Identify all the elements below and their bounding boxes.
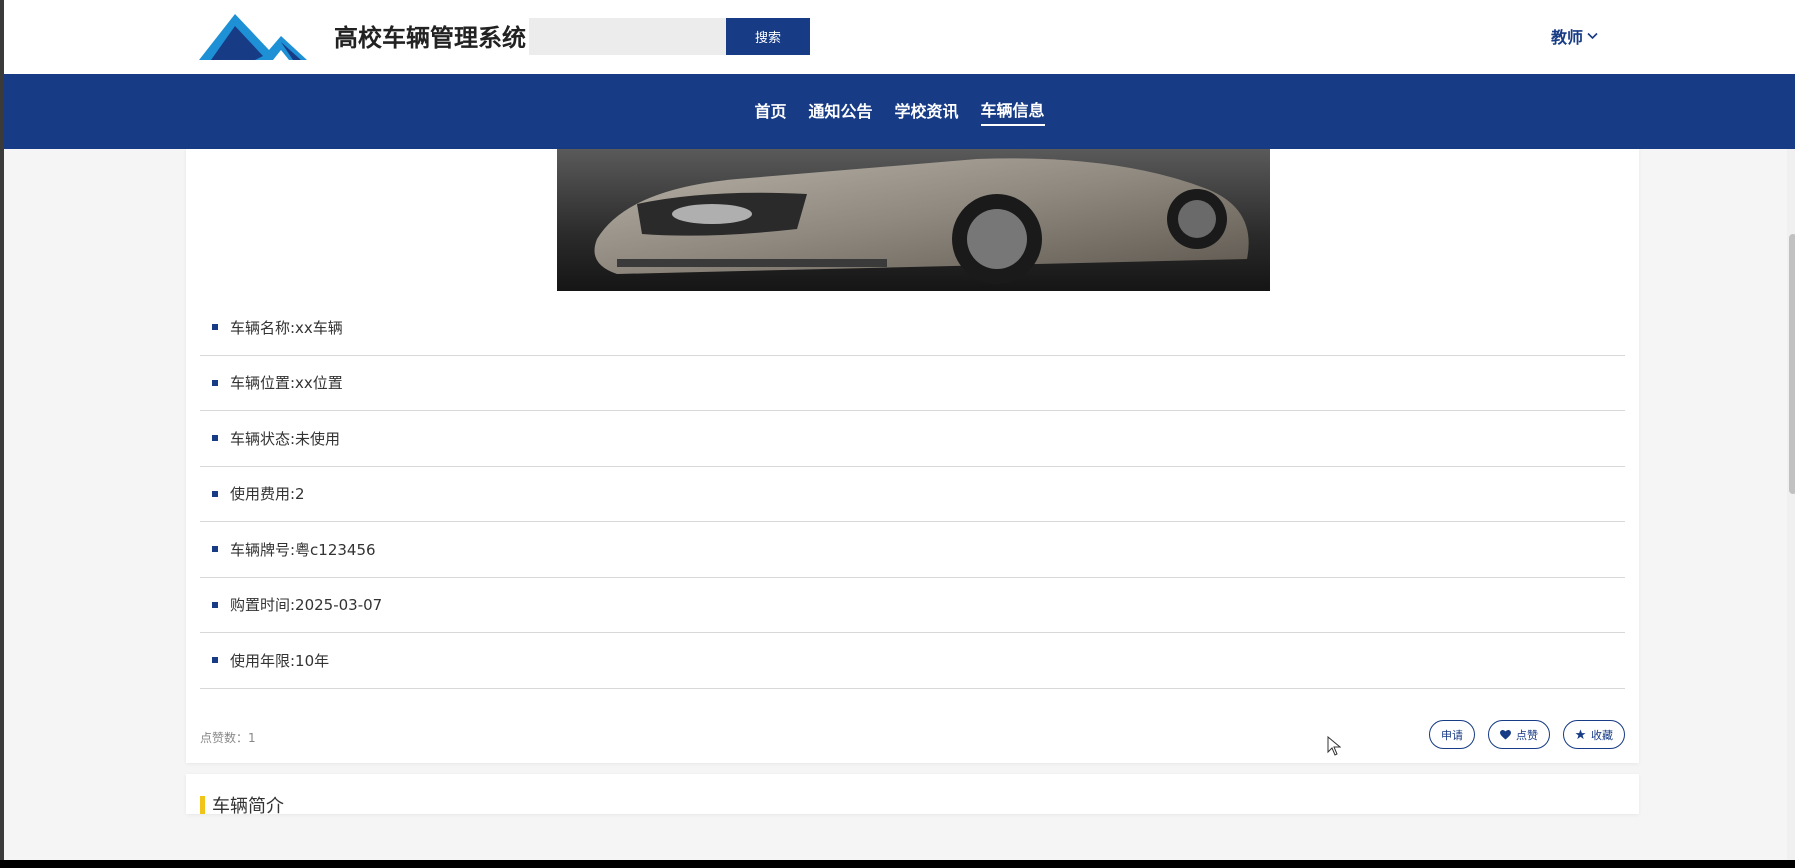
- action-buttons: 申请 点赞 收藏: [1429, 720, 1625, 749]
- bullet-icon: [212, 490, 218, 497]
- likes-count: 点赞数：1: [200, 731, 256, 745]
- field-purchase-date: 购置时间:2025-03-07: [230, 596, 383, 615]
- page-scrollbar[interactable]: [1787, 149, 1795, 860]
- car-photo: [557, 149, 1270, 291]
- apply-button-label: 申请: [1441, 729, 1463, 742]
- section-accent: [200, 796, 205, 814]
- list-item: 使用费用:2: [200, 467, 1625, 522]
- browser-viewport: 高校车辆管理系统 搜索 教师 首页 通知公告 学校资讯 车辆信息 车辆名称:xx…: [0, 0, 1795, 860]
- list-item: 使用年限:10年: [200, 633, 1625, 689]
- heart-icon: [1500, 729, 1511, 740]
- user-menu-label: 教师: [1551, 28, 1584, 47]
- list-item: 车辆牌号:粤c123456: [200, 522, 1625, 578]
- nav-item-notices[interactable]: 通知公告: [808, 98, 872, 125]
- bullet-icon: [212, 324, 218, 331]
- field-vehicle-status: 车辆状态:未使用: [230, 429, 341, 448]
- nav-item-vehicles[interactable]: 车辆信息: [980, 97, 1045, 126]
- mountain-logo-icon[interactable]: [197, 12, 327, 62]
- nav-item-home[interactable]: 首页: [754, 98, 786, 125]
- list-item: 车辆位置:xx位置: [200, 356, 1625, 411]
- bullet-icon: [212, 435, 218, 442]
- list-item: 车辆名称:xx车辆: [200, 300, 1625, 356]
- vehicle-detail-card: 车辆名称:xx车辆 车辆位置:xx位置 车辆状态:未使用 使用费用:2 车辆牌号…: [186, 149, 1639, 763]
- user-menu[interactable]: 教师: [1551, 24, 1598, 48]
- bottom-bar: [0, 860, 1795, 868]
- search-input[interactable]: [529, 18, 726, 55]
- apply-button[interactable]: 申请: [1429, 720, 1475, 749]
- favorite-button-label: 收藏: [1591, 729, 1613, 742]
- field-service-life: 使用年限:10年: [230, 651, 330, 670]
- search-button[interactable]: 搜索: [726, 18, 810, 55]
- chevron-down-icon: [1587, 32, 1598, 40]
- field-vehicle-location: 车辆位置:xx位置: [230, 374, 343, 393]
- bullet-icon: [212, 601, 218, 608]
- main-nav: 首页 通知公告 学校资讯 车辆信息: [4, 74, 1795, 149]
- star-icon: [1575, 729, 1586, 740]
- list-item: 购置时间:2025-03-07: [200, 578, 1625, 633]
- bullet-icon: [212, 546, 218, 553]
- favorite-button[interactable]: 收藏: [1563, 720, 1625, 749]
- section-heading: 车辆简介: [212, 796, 284, 817]
- site-title[interactable]: 高校车辆管理系统: [334, 18, 526, 53]
- scroll-thumb[interactable]: [1789, 234, 1795, 494]
- top-header: 高校车辆管理系统 搜索 教师: [4, 0, 1795, 74]
- bullet-icon: [212, 657, 218, 664]
- vehicle-info-list: 车辆名称:xx车辆 车辆位置:xx位置 车辆状态:未使用 使用费用:2 车辆牌号…: [200, 300, 1625, 689]
- vehicle-intro-card: 车辆简介: [186, 774, 1639, 817]
- field-usage-fee: 使用费用:2: [230, 485, 305, 504]
- like-button[interactable]: 点赞: [1488, 720, 1550, 749]
- field-plate-number: 车辆牌号:粤c123456: [230, 540, 376, 559]
- list-item: 车辆状态:未使用: [200, 411, 1625, 467]
- bullet-icon: [212, 379, 218, 386]
- field-vehicle-name: 车辆名称:xx车辆: [230, 318, 343, 337]
- nav-item-news[interactable]: 学校资讯: [895, 98, 959, 125]
- mouse-cursor-icon: [1327, 736, 1341, 756]
- like-button-label: 点赞: [1516, 729, 1538, 742]
